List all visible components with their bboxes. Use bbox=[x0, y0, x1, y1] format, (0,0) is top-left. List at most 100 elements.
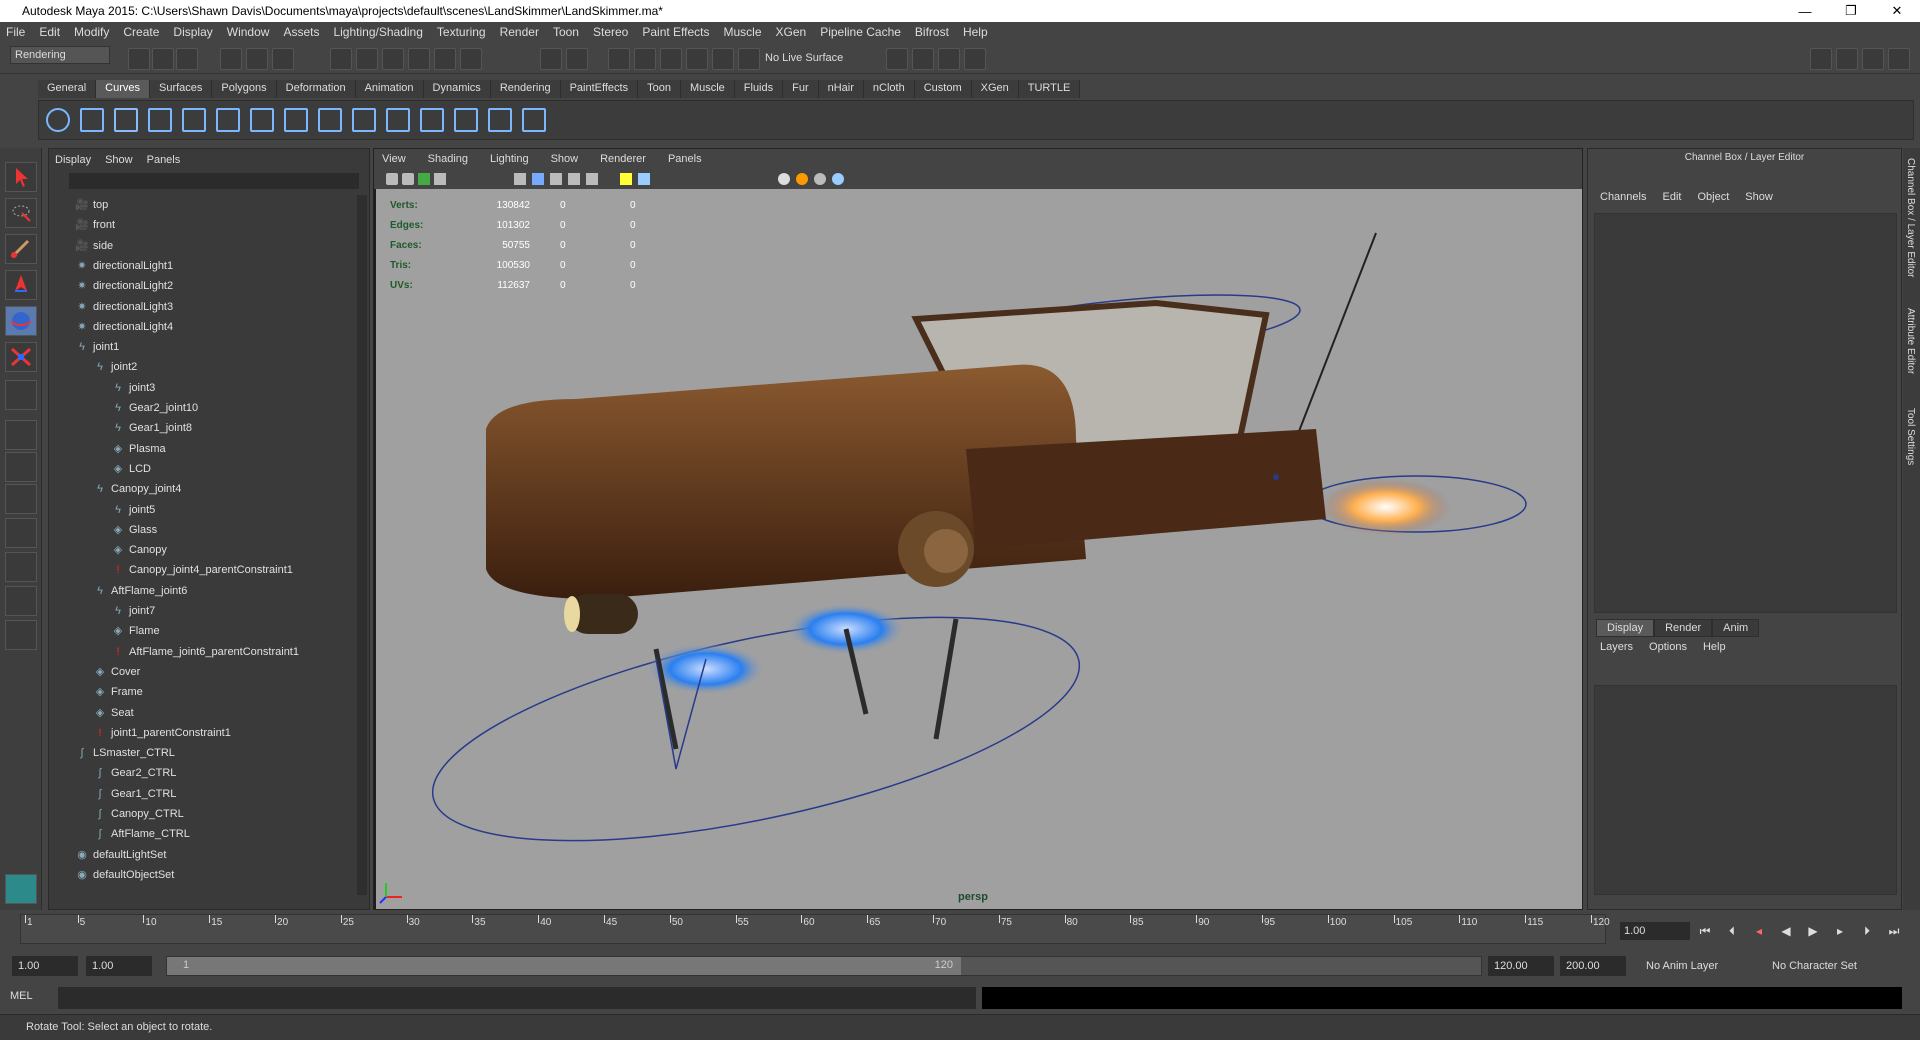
viewport-menu-show[interactable]: Show bbox=[551, 153, 579, 165]
offset-curve-icon[interactable] bbox=[420, 108, 444, 132]
outliner-item[interactable]: ϟ joint1 bbox=[75, 337, 119, 357]
outliner-item[interactable]: ϟ Canopy_joint4 bbox=[93, 479, 181, 499]
outliner-scrollbar[interactable] bbox=[357, 195, 367, 895]
script-editor-layout-icon[interactable] bbox=[5, 586, 37, 616]
scale-tool-icon[interactable] bbox=[5, 342, 37, 372]
outliner-item[interactable]: ∫ LSmaster_CTRL bbox=[75, 743, 174, 763]
object-menu[interactable]: Object bbox=[1697, 191, 1729, 203]
command-input[interactable] bbox=[58, 987, 976, 1009]
viewport-menu-renderer[interactable]: Renderer bbox=[600, 153, 646, 165]
extend-curve-icon[interactable] bbox=[386, 108, 410, 132]
tab-display[interactable]: Display bbox=[1596, 619, 1655, 637]
lighting-icon[interactable] bbox=[712, 48, 734, 70]
outliner-item[interactable]: ✷ directionalLight2 bbox=[75, 276, 173, 296]
outliner-item[interactable]: 🎥 front bbox=[75, 215, 115, 235]
outliner-item[interactable]: ϟ joint2 bbox=[93, 357, 137, 377]
shelf-tab-ncloth[interactable]: nCloth bbox=[863, 80, 915, 98]
outliner-item[interactable]: ◈ Plasma bbox=[111, 439, 166, 459]
snap-curve-icon[interactable] bbox=[356, 48, 378, 70]
shelf-tab-custom[interactable]: Custom bbox=[914, 80, 972, 98]
select-component-icon[interactable] bbox=[272, 48, 294, 70]
help-menu[interactable]: Help bbox=[1703, 641, 1726, 653]
outliner-item[interactable]: ✷ directionalLight1 bbox=[75, 256, 173, 276]
outliner-item[interactable]: 🎥 top bbox=[75, 195, 108, 215]
outliner-item[interactable]: ϟ AftFlame_joint6 bbox=[93, 581, 187, 601]
outliner-item[interactable]: ◈ Glass bbox=[111, 520, 157, 540]
layer-list-area[interactable] bbox=[1594, 685, 1897, 895]
outliner-item[interactable]: ! AftFlame_joint6_parentConstraint1 bbox=[111, 642, 299, 662]
mel-label[interactable]: MEL bbox=[10, 990, 33, 1002]
outliner-menu-display[interactable]: Display bbox=[55, 154, 91, 166]
outliner-item[interactable]: ϟ joint5 bbox=[111, 500, 155, 520]
shelf-tab-rendering[interactable]: Rendering bbox=[490, 80, 561, 98]
new-scene-icon[interactable] bbox=[128, 48, 150, 70]
range-slider-handle[interactable]: 1 120 bbox=[167, 957, 961, 975]
shelf-tab-turtle[interactable]: TURTLE bbox=[1018, 80, 1081, 98]
snap-point-icon[interactable] bbox=[382, 48, 404, 70]
outliner-menu-panels[interactable]: Panels bbox=[147, 154, 181, 166]
show-menu[interactable]: Show bbox=[1745, 191, 1773, 203]
menu-assets[interactable]: Assets bbox=[283, 25, 319, 39]
arc-curve-icon[interactable] bbox=[250, 108, 274, 132]
snap-plane-icon[interactable] bbox=[408, 48, 430, 70]
outliner-item[interactable]: ϟ joint7 bbox=[111, 601, 155, 621]
outliner-item[interactable]: ◈ Flame bbox=[111, 621, 160, 641]
play-backward-icon[interactable]: ◀ bbox=[1776, 922, 1796, 940]
layers-menu[interactable]: Layers bbox=[1600, 641, 1633, 653]
viewport-menu-shading[interactable]: Shading bbox=[428, 153, 468, 165]
four-view-layout-icon[interactable] bbox=[5, 452, 37, 482]
step-back-key-icon[interactable]: ⏴ bbox=[1722, 922, 1742, 940]
outliner-item[interactable]: ∫ Gear2_CTRL bbox=[93, 763, 176, 783]
toggle-channel-icon[interactable] bbox=[1836, 48, 1858, 70]
animation-start-field[interactable]: 1.00 bbox=[12, 956, 78, 976]
viewport-menu-view[interactable]: View bbox=[382, 153, 406, 165]
detach-curves-icon[interactable] bbox=[318, 108, 342, 132]
character-set-dropdown[interactable]: No Character Set bbox=[1766, 956, 1896, 976]
outliner-item[interactable]: ◈ LCD bbox=[111, 459, 151, 479]
range-slider[interactable]: 1 120 bbox=[166, 956, 1482, 976]
outliner-item[interactable]: ◈ Seat bbox=[93, 703, 134, 723]
input-line-icon[interactable] bbox=[886, 48, 908, 70]
ep-curve-icon[interactable] bbox=[148, 108, 172, 132]
menu-lighting-shading[interactable]: Lighting/Shading bbox=[333, 25, 422, 39]
paint-select-icon[interactable] bbox=[5, 234, 37, 264]
outliner-item[interactable]: ! Canopy_joint4_parentConstraint1 bbox=[111, 560, 292, 580]
outliner-item[interactable]: ∫ Gear1_CTRL bbox=[93, 784, 176, 804]
menu-file[interactable]: File bbox=[6, 25, 25, 39]
live-surface-label[interactable]: No Live Surface bbox=[765, 52, 843, 64]
collapse-toolbox-icon[interactable] bbox=[5, 620, 37, 650]
viewport-scene[interactable]: Verts: 130842 0 0 Edges: 101302 0 0 Faces: 50755 0… bbox=[376, 189, 1582, 909]
playback-end-field[interactable]: 120.00 bbox=[1488, 956, 1554, 976]
current-frame-field[interactable]: 1.00 bbox=[1620, 922, 1690, 940]
outliner-item[interactable]: ◈ Canopy bbox=[111, 540, 167, 560]
menu-render[interactable]: Render bbox=[500, 25, 539, 39]
persp-graph-layout-icon[interactable] bbox=[5, 518, 37, 548]
outliner-item[interactable]: ! joint1_parentConstraint1 bbox=[93, 723, 230, 743]
play-forward-icon[interactable]: ▶ bbox=[1803, 922, 1823, 940]
edit-menu[interactable]: Edit bbox=[1662, 191, 1681, 203]
hypershade-layout-icon[interactable] bbox=[5, 552, 37, 582]
channel-box-area[interactable] bbox=[1594, 213, 1897, 613]
options-menu[interactable]: Options bbox=[1649, 641, 1687, 653]
toggle-attribute-icon[interactable] bbox=[1862, 48, 1884, 70]
menu-modify[interactable]: Modify bbox=[74, 25, 109, 39]
open-scene-icon[interactable] bbox=[152, 48, 174, 70]
playback-start-field[interactable]: 1.00 bbox=[86, 956, 152, 976]
menu-stereo[interactable]: Stereo bbox=[593, 25, 628, 39]
render-settings-icon[interactable] bbox=[660, 48, 682, 70]
hypershade-icon[interactable] bbox=[686, 48, 708, 70]
shelf-tab-surfaces[interactable]: Surfaces bbox=[149, 80, 213, 98]
outliner-item[interactable]: ◈ Frame bbox=[93, 682, 143, 702]
render-icon[interactable] bbox=[608, 48, 630, 70]
menu-display[interactable]: Display bbox=[173, 25, 212, 39]
outliner-menu-show[interactable]: Show bbox=[105, 154, 133, 166]
viewport-toolbar-icons[interactable] bbox=[374, 169, 994, 189]
render-region-icon[interactable] bbox=[912, 48, 934, 70]
attach-curves-icon[interactable] bbox=[284, 108, 308, 132]
anim-layer-dropdown[interactable]: No Anim Layer bbox=[1640, 956, 1750, 976]
cv-curve-icon[interactable] bbox=[114, 108, 138, 132]
step-forward-frame-icon[interactable]: ▸ bbox=[1830, 922, 1850, 940]
snapshot-icon[interactable] bbox=[938, 48, 960, 70]
last-tool-icon[interactable] bbox=[5, 380, 37, 410]
shelf-tab-polygons[interactable]: Polygons bbox=[212, 80, 277, 98]
